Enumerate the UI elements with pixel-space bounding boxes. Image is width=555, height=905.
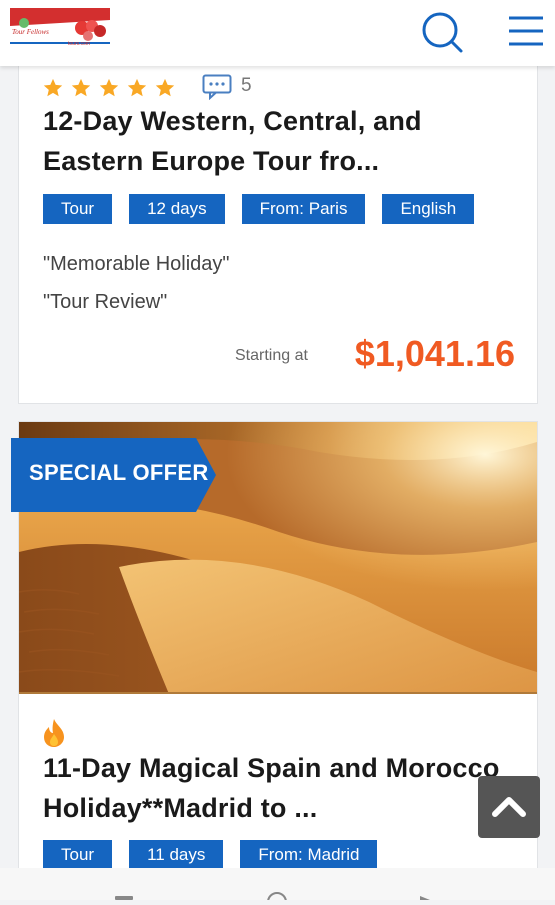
star-icon xyxy=(155,78,175,97)
home-icon[interactable] xyxy=(267,892,287,905)
review-quote: "Memorable Holiday" xyxy=(43,253,230,275)
star-icon xyxy=(127,78,147,97)
tour-price: $1,041.16 xyxy=(354,333,515,374)
tag-language: English xyxy=(382,194,475,224)
star-icon xyxy=(43,78,63,97)
logo-subtext: tours.com xyxy=(68,41,90,47)
app-header: Tour Fellows tours.com xyxy=(0,0,555,66)
logo-text: Tour Fellows xyxy=(12,28,49,36)
search-icon[interactable] xyxy=(420,10,464,54)
rating-stars xyxy=(41,77,177,99)
tour-title[interactable]: 11-Day Magical Spain and Morocco Holiday… xyxy=(43,748,503,828)
tour-card[interactable]: 5 12-Day Western, Central, and Eastern E… xyxy=(18,40,538,404)
review-quote: "Tour Review" xyxy=(43,291,168,313)
fire-icon xyxy=(44,719,64,747)
tag-origin: From: Madrid xyxy=(240,840,378,870)
hamburger-menu-icon[interactable] xyxy=(505,12,545,52)
back-icon[interactable] xyxy=(420,896,430,904)
site-logo[interactable]: Tour Fellows tours.com xyxy=(10,8,110,50)
system-navigation-bar xyxy=(0,868,555,905)
tag-duration: 12 days xyxy=(129,194,225,224)
tour-tags: Tour 11 days From: Madrid xyxy=(43,840,378,870)
starting-at-label: Starting at xyxy=(235,347,308,364)
tour-card[interactable]: SPECIAL OFFER 11-Day Magical Spain and M… xyxy=(11,421,538,891)
tour-title[interactable]: 12-Day Western, Central, and Eastern Eur… xyxy=(43,101,503,181)
star-icon xyxy=(71,78,91,97)
special-offer-badge: SPECIAL OFFER xyxy=(29,460,209,485)
chevron-up-icon xyxy=(492,797,526,817)
tour-tags: Tour 12 days From: Paris English xyxy=(43,194,475,224)
tag-type: Tour xyxy=(43,194,113,224)
tag-type: Tour xyxy=(43,840,113,870)
comment-icon xyxy=(202,74,232,100)
star-icon xyxy=(99,78,119,97)
recent-apps-icon[interactable] xyxy=(115,896,133,900)
tag-duration: 11 days xyxy=(129,840,224,870)
tag-origin: From: Paris xyxy=(241,194,366,224)
scroll-to-top-button[interactable] xyxy=(478,776,540,838)
review-count[interactable]: 5 xyxy=(241,75,252,97)
